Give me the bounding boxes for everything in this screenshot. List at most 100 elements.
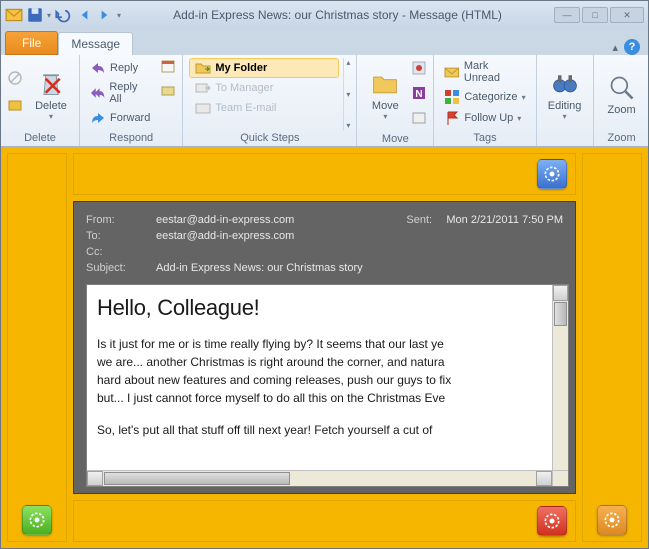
- subject-value: Add-in Express News: our Christmas story: [156, 262, 363, 274]
- delete-button[interactable]: Delete ▾: [29, 58, 73, 130]
- body-line-5: So, let's put all that stuff off till ne…: [97, 421, 552, 439]
- from-label: From:: [86, 214, 156, 226]
- sent-label: Sent:: [406, 214, 446, 226]
- pane-left: [7, 153, 67, 542]
- gear-widget-orange[interactable]: [597, 505, 627, 535]
- mark-unread-button[interactable]: Mark Unread: [440, 58, 529, 86]
- group-editing: Editing ▾: [537, 55, 594, 146]
- subject-label: Subject:: [86, 262, 156, 274]
- help-icon[interactable]: ?: [624, 39, 640, 55]
- editing-button[interactable]: Editing ▾: [543, 58, 587, 130]
- gear-widget-red[interactable]: [537, 506, 567, 536]
- body-line-1: Is it just for me or is time really flyi…: [97, 335, 552, 353]
- tab-file[interactable]: File: [5, 31, 58, 55]
- qat-dropdown-icon[interactable]: ▾: [47, 11, 51, 20]
- team-mail-icon: [195, 100, 211, 116]
- qs-up-icon[interactable]: ▴: [346, 58, 350, 67]
- qs-myfolder[interactable]: My Folder: [189, 58, 339, 78]
- mail-forward-icon: [195, 80, 211, 96]
- junk-icon[interactable]: [7, 97, 23, 118]
- tab-message[interactable]: Message: [58, 32, 133, 55]
- reply-button[interactable]: Reply: [86, 58, 154, 78]
- reply-all-icon: [90, 85, 105, 101]
- save-icon[interactable]: [26, 6, 44, 24]
- content-area: From: eestar@add-in-express.com Sent: Mo…: [1, 147, 648, 548]
- previous-icon[interactable]: [75, 6, 93, 24]
- hdr-from: From: eestar@add-in-express.com Sent: Mo…: [74, 212, 575, 228]
- scroll-left-icon[interactable]: [87, 471, 103, 486]
- scroll-up-icon[interactable]: [553, 285, 568, 301]
- group-tags-label: Tags: [440, 130, 529, 146]
- rules-icon[interactable]: [411, 60, 427, 81]
- scroll-right-icon[interactable]: [536, 471, 552, 486]
- body-line-2: we are... another Christmas is right aro…: [97, 353, 552, 371]
- group-move: Move ▾ N Move: [357, 55, 434, 146]
- ignore-icon[interactable]: [7, 70, 23, 91]
- message-header-pane: From: eestar@add-in-express.com Sent: Mo…: [73, 201, 576, 494]
- move-folder-icon: [371, 70, 399, 98]
- meeting-icon[interactable]: [160, 58, 176, 79]
- flag-icon: [444, 110, 460, 126]
- gear-widget-blue[interactable]: [537, 159, 567, 189]
- next-icon[interactable]: [96, 6, 114, 24]
- body-line-3: hard about new features and coming relea…: [97, 371, 552, 389]
- reply-icon: [90, 60, 106, 76]
- onenote-icon[interactable]: N: [411, 85, 427, 106]
- reply-all-button[interactable]: Reply All: [86, 79, 154, 107]
- group-delete: Delete ▾ Delete: [1, 55, 80, 146]
- undo-icon[interactable]: [54, 6, 72, 24]
- qs-teamemail[interactable]: Team E-mail: [189, 98, 339, 118]
- pane-top: [73, 153, 576, 195]
- zoom-button[interactable]: Zoom: [600, 58, 644, 130]
- cc-label: Cc:: [86, 246, 156, 258]
- forward-icon: [90, 110, 106, 126]
- from-value: eestar@add-in-express.com: [156, 214, 406, 226]
- more-respond-icon[interactable]: [160, 83, 176, 104]
- followup-button[interactable]: Follow Up▾: [440, 108, 529, 128]
- group-quicksteps: My Folder To Manager Team E-mail ▴ ▾ ▾ Q…: [183, 55, 357, 146]
- message-body-text[interactable]: Hello, Colleague! Is it just for me or i…: [87, 285, 552, 486]
- hdr-to: To: eestar@add-in-express.com: [74, 228, 575, 244]
- quick-access-toolbar: ▾ ▾: [5, 6, 121, 24]
- svg-text:N: N: [416, 89, 423, 100]
- qs-tomanager[interactable]: To Manager: [189, 78, 339, 98]
- categorize-button[interactable]: Categorize▾: [440, 87, 529, 107]
- pane-bottom: [73, 500, 576, 542]
- hdr-cc: Cc:: [74, 244, 575, 260]
- group-tags: Mark Unread Categorize▾ Follow Up▾ Tags: [434, 55, 536, 146]
- scroll-thumb[interactable]: [554, 302, 567, 326]
- minimize-button[interactable]: —: [554, 7, 580, 23]
- vertical-scrollbar[interactable]: [552, 285, 568, 486]
- window-title: Add-in Express News: our Christmas story…: [121, 8, 554, 22]
- maximize-button[interactable]: □: [582, 7, 608, 23]
- categorize-icon: [444, 89, 460, 105]
- group-move-label: Move: [363, 131, 427, 147]
- qs-more-icon[interactable]: ▾: [346, 121, 350, 130]
- gear-widget-green[interactable]: [22, 505, 52, 535]
- hdr-subject: Subject: Add-in Express News: our Christ…: [74, 260, 575, 276]
- move-button[interactable]: Move ▾: [363, 58, 407, 131]
- message-body: Hello, Colleague! Is it just for me or i…: [86, 284, 569, 487]
- qs-down-icon[interactable]: ▾: [346, 90, 350, 99]
- group-quicksteps-label: Quick Steps: [189, 130, 350, 146]
- ribbon-tabs: File Message ▴ ?: [1, 29, 648, 55]
- binoculars-icon: [551, 70, 579, 98]
- group-respond: Reply Reply All Forward Respond: [80, 55, 183, 146]
- horizontal-scrollbar[interactable]: [87, 470, 552, 486]
- body-heading: Hello, Colleague!: [97, 295, 552, 321]
- ribbon: Delete ▾ Delete Reply Reply All Forward …: [1, 55, 648, 147]
- ribbon-collapse-icon[interactable]: ▴: [612, 41, 618, 54]
- scroll-corner: [552, 470, 568, 486]
- hscroll-thumb[interactable]: [104, 472, 290, 485]
- actions-icon[interactable]: [411, 110, 427, 131]
- delete-label: Delete: [35, 100, 67, 112]
- body-line-4: but... I just cannot force myself to do …: [97, 389, 552, 407]
- group-respond-label: Respond: [86, 130, 176, 146]
- folder-move-icon: [195, 60, 211, 76]
- close-button[interactable]: ✕: [610, 7, 644, 23]
- app-icon[interactable]: [5, 6, 23, 24]
- delete-icon: [37, 70, 65, 98]
- titlebar: ▾ ▾ Add-in Express News: our Christmas s…: [1, 1, 648, 29]
- envelope-closed-icon: [444, 64, 460, 80]
- forward-button[interactable]: Forward: [86, 108, 154, 128]
